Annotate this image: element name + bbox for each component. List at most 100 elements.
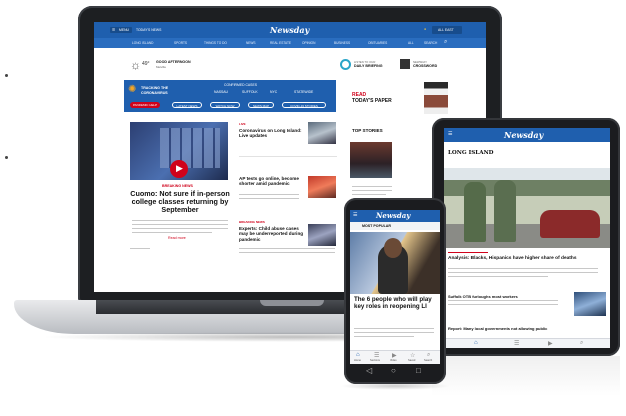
tablet-brand-logo[interactable]: Newsday: [504, 130, 543, 140]
stray-dot: [5, 74, 8, 77]
watch-now-button[interactable]: WATCH NOW: [210, 102, 240, 108]
nav-item-things-to-do[interactable]: THINGS TO DO: [204, 41, 227, 45]
daily-briefing-link[interactable]: LISTEN TO OUR DAILY BRIEFING: [340, 59, 400, 73]
phone-menu-icon[interactable]: ☰: [353, 212, 357, 218]
tablet-home-icon[interactable]: ⌂: [474, 340, 478, 346]
nav-item-business[interactable]: BUSINESS: [334, 41, 350, 45]
tablet-summary-line: [448, 272, 598, 274]
nav-item-search[interactable]: SEARCH: [424, 41, 437, 45]
tablet-video-icon[interactable]: ▶: [548, 340, 553, 347]
lead-summary-line: [132, 232, 212, 234]
crossword-link[interactable]: NEWSDAY CROSSWORD: [400, 59, 460, 73]
phone-image-face: [384, 238, 402, 258]
phone-search-icon[interactable]: ⌕: [427, 352, 430, 359]
todays-paper-link[interactable]: READ TODAY'S PAPER: [352, 82, 452, 114]
top-story-line: [352, 194, 386, 196]
lead-summary-line: [132, 224, 228, 226]
menu-button[interactable]: ☰ MENU: [110, 27, 132, 33]
phone-sections-icon[interactable]: ☰: [374, 352, 379, 359]
tablet-item-line: [448, 304, 558, 306]
weather-temp: 49°: [142, 61, 150, 67]
nav-item-obituaries[interactable]: OBITUARIES: [368, 41, 387, 45]
account-label: ALL EAST: [438, 28, 454, 32]
phone-saved-label: Saved: [408, 359, 416, 362]
story-thumbnail-1[interactable]: [308, 122, 336, 144]
phone-summary-line: [354, 328, 434, 330]
todays-news-link[interactable]: TODAY'S NEWS: [136, 28, 161, 32]
crossword-icon: [400, 59, 410, 69]
phone-hardware-buttons: ◁ ○ □: [350, 366, 440, 378]
nav-item-opinion[interactable]: OPINION: [302, 41, 315, 45]
top-stories-heading: TOP STORIES: [352, 128, 383, 133]
tablet-item-1[interactable]: Suffolk OTB furloughs most workers: [448, 294, 568, 299]
tablet-summary-line: [448, 276, 548, 278]
weather-widget[interactable]: ☼ 49° GOOD AFTERNOON Melville: [130, 58, 220, 74]
tablet-search-icon[interactable]: ⌕: [580, 340, 583, 347]
recent-apps-icon[interactable]: □: [416, 366, 421, 375]
lead-image[interactable]: ▶: [130, 122, 228, 180]
lead-read-more-link[interactable]: Read more: [168, 236, 186, 240]
phone-sections-label: Sections: [370, 359, 380, 362]
paper-thumbnail: [424, 82, 448, 114]
tablet-item-thumbnail[interactable]: [574, 292, 606, 316]
play-button-icon[interactable]: ▶: [170, 160, 188, 178]
top-stories-image[interactable]: [350, 142, 392, 178]
nav-item-real-estate[interactable]: REAL ESTATE: [270, 41, 291, 45]
nav-item-long-island[interactable]: LONG ISLAND: [132, 41, 153, 45]
home-button-icon[interactable]: ○: [391, 366, 396, 375]
tracker-stat-label: CONFIRMED CASES: [224, 83, 257, 87]
story-thumbnail-2[interactable]: [308, 176, 336, 198]
phone-summary-line: [354, 336, 414, 338]
tablet-menu-icon[interactable]: ☰: [448, 131, 452, 137]
story-list-label: LIVE: [239, 122, 246, 126]
tablet-lead-image[interactable]: [444, 168, 610, 248]
news-map-button[interactable]: NEWS MAP: [248, 102, 274, 108]
tablet-reflection: [432, 356, 620, 396]
story-divider: [239, 156, 337, 158]
hamburger-icon: ☰: [112, 27, 116, 32]
tablet-kicker: [448, 252, 488, 254]
video-grid: [160, 128, 220, 168]
top-story-line: [352, 190, 392, 192]
tablet-screen: ☰ Newsday LONG ISLAND Analysis: Blacks, …: [444, 128, 610, 348]
phone-video-icon[interactable]: ▶: [392, 352, 397, 359]
tablet-lead-headline[interactable]: Analysis: Blacks, Hispanics have higher …: [448, 256, 608, 261]
story-headline-2[interactable]: AP tests go online, become shorter amid …: [239, 176, 303, 187]
virus-icon: ✺: [128, 84, 137, 95]
phone-tab-most-popular[interactable]: MOST POPULAR: [362, 224, 391, 228]
phone-home-label: Home: [354, 359, 361, 362]
back-button-icon[interactable]: ◁: [366, 366, 372, 375]
brand-logo[interactable]: Newsday: [270, 25, 309, 35]
story-summary-line: [239, 248, 335, 250]
coronavirus-tracker[interactable]: ✺ TRACKING THE CORONAVIRUS CONFIRMED CAS…: [124, 80, 336, 112]
story-summary-line: [239, 198, 299, 200]
section-nav: LONG ISLAND SPORTS THINGS TO DO NEWS REA…: [94, 38, 486, 48]
phone-screen: ☰ Newsday MOST POPULAR The 6 people who …: [350, 210, 440, 364]
phone-tab-strip: MOST POPULAR: [350, 222, 440, 230]
lead-headline[interactable]: Cuomo: Not sure if in-person college cla…: [130, 189, 230, 215]
notification-icon[interactable]: ●: [424, 27, 426, 31]
story-summary-line: [239, 194, 299, 196]
story-label-2: BREAKING NEWS: [239, 220, 265, 224]
story-headline-3[interactable]: Experts: Child abuse cases may be underr…: [239, 226, 305, 242]
story-headline-1[interactable]: Coronavirus on Long Island: Live updates: [239, 128, 303, 139]
pandemic-help-button[interactable]: PANDEMIC HELP: [130, 102, 160, 108]
account-button[interactable]: ALL EAST: [432, 26, 462, 34]
search-icon[interactable]: ⌕: [444, 39, 447, 46]
phone-lead-headline[interactable]: The 6 people who will play key roles in …: [354, 296, 438, 310]
nav-item-news[interactable]: NEWS: [246, 41, 256, 45]
phone-brand-logo[interactable]: Newsday: [376, 211, 410, 220]
phone-lead-image[interactable]: [350, 232, 440, 294]
story-thumbnail-3[interactable]: [308, 224, 336, 246]
covid-stories-button[interactable]: COVID-19 STORIES: [282, 102, 326, 108]
tablet-item-2[interactable]: Report: Many local governments not allow…: [448, 326, 608, 331]
nav-item-sports[interactable]: SPORTS: [174, 41, 187, 45]
phone-video-label: Video: [390, 359, 397, 362]
nav-item-all[interactable]: ALL: [408, 41, 414, 45]
tablet-sections-icon[interactable]: ☰: [514, 340, 519, 347]
latest-news-button[interactable]: LATEST NEWS: [172, 102, 202, 108]
phone-home-icon[interactable]: ⌂: [356, 352, 360, 358]
briefing-title: DAILY BRIEFING: [354, 64, 383, 68]
sun-icon: ☼: [130, 58, 141, 72]
phone-saved-icon[interactable]: ☆: [410, 352, 415, 359]
